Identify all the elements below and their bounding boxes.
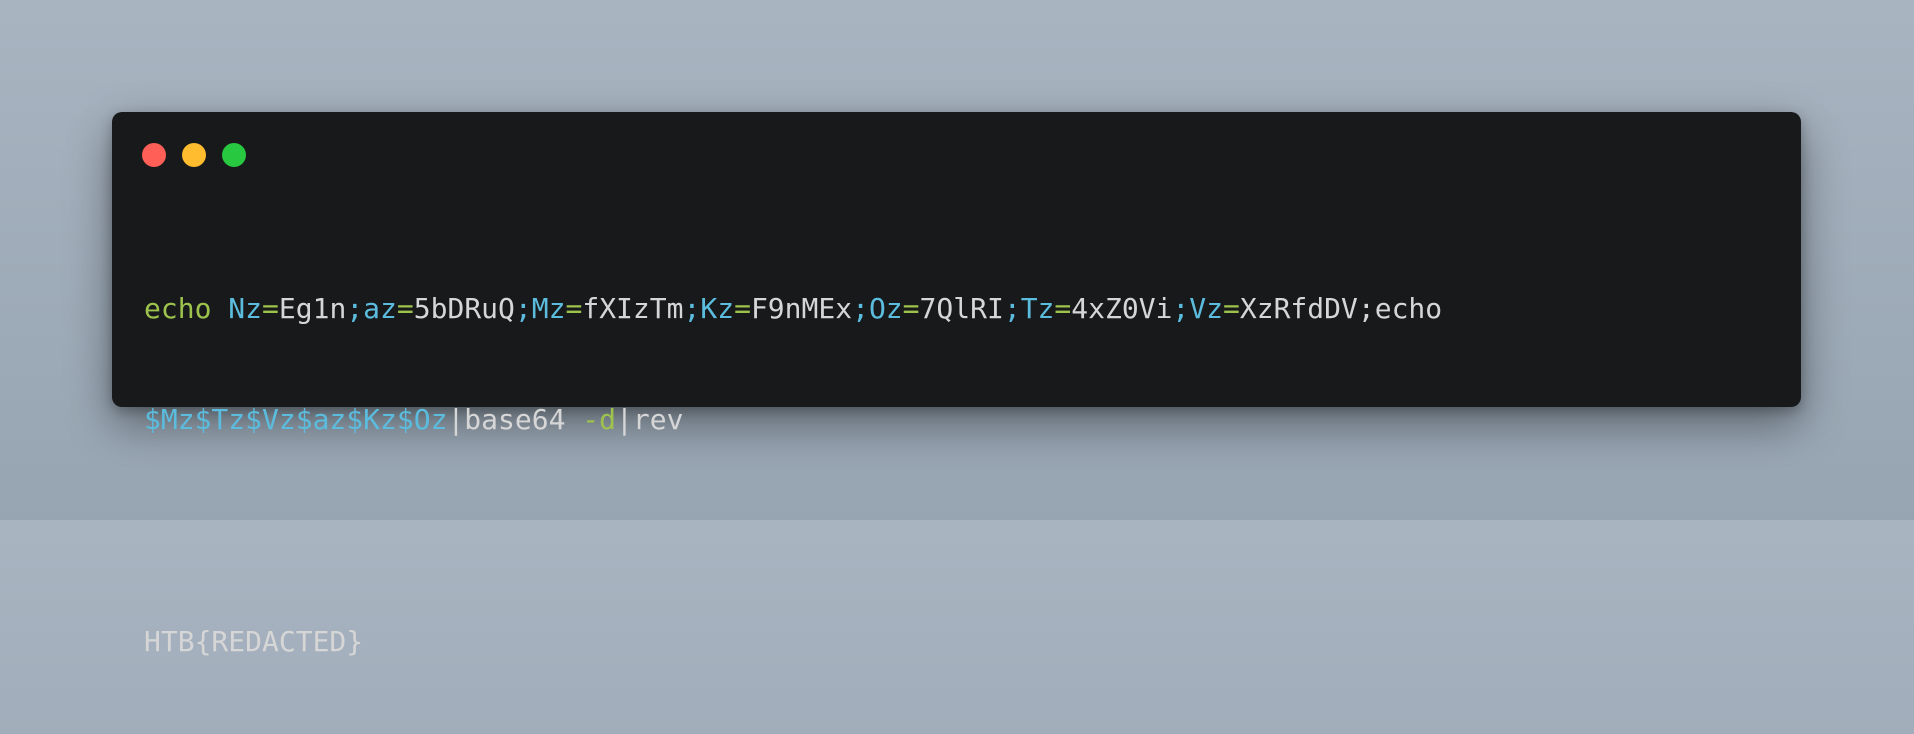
code-token: Nz [228, 292, 263, 325]
code-token: XzRfdDV;echo [1239, 292, 1443, 325]
code-token: echo [144, 292, 212, 325]
code-token: = [565, 292, 583, 325]
code-token: Tz [1020, 292, 1055, 325]
command-line-2: $Mz$Tz$Vz$az$Kz$Oz|base64 -d|rev [144, 401, 1771, 438]
code-token: = [396, 292, 414, 325]
code-token: = [1223, 292, 1240, 325]
window-titlebar [142, 143, 246, 167]
close-button[interactable] [142, 143, 166, 167]
code-token: Mz [531, 292, 566, 325]
code-token: ; [852, 292, 869, 325]
code-token: ; [1172, 292, 1190, 325]
code-token: |rev [616, 403, 684, 436]
code-token: 5bDRuQ [413, 292, 515, 325]
code-token: = [262, 292, 279, 325]
code-token: fXIzTm [582, 292, 684, 325]
code-token: = [1054, 292, 1072, 325]
code-token: ; [346, 292, 364, 325]
code-token: = [902, 292, 920, 325]
terminal-window: echo Nz=Eg1n;az=5bDRuQ;Mz=fXIzTm;Kz=F9nM… [112, 112, 1801, 658]
code-token: Kz [700, 292, 735, 325]
output-line: HTB{REDACTED} [144, 625, 364, 658]
code-token: 4xZ0Vi [1071, 292, 1173, 325]
minimize-button[interactable] [182, 143, 206, 167]
code-token: F9nMEx [750, 292, 853, 325]
code-block: echo Nz=Eg1n;az=5bDRuQ;Mz=fXIzTm;Kz=F9nM… [144, 216, 1771, 734]
code-token: ; [683, 292, 701, 325]
code-token: 7QlRI [919, 292, 1004, 325]
code-token: ; [1003, 292, 1021, 325]
code-token: az [363, 292, 397, 325]
maximize-button[interactable] [222, 143, 246, 167]
code-token: Vz [1189, 292, 1223, 325]
code-token: |base64 [447, 403, 583, 436]
code-token: ; [514, 292, 532, 325]
code-token: = [734, 292, 751, 325]
code-token: $Mz$Tz$Vz$az$Kz$Oz [144, 403, 448, 436]
command-line-1: echo Nz=Eg1n;az=5bDRuQ;Mz=fXIzTm;Kz=F9nM… [144, 290, 1771, 327]
code-token: Eg1n [278, 292, 347, 325]
code-token: -d [582, 403, 617, 436]
code-token: Oz [868, 292, 903, 325]
